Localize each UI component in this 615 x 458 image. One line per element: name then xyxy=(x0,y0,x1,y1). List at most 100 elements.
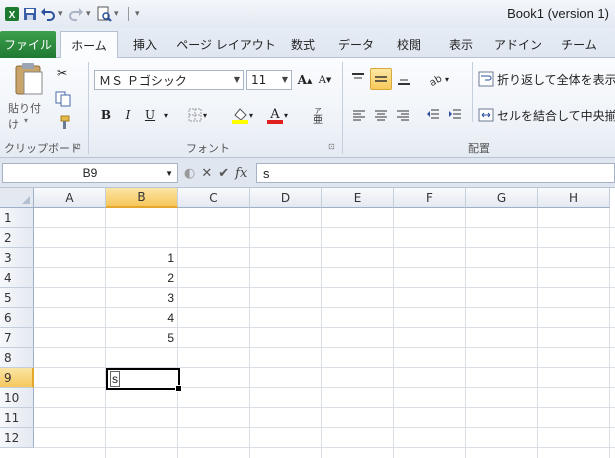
print-dropdown-icon[interactable]: ▾ xyxy=(114,9,122,19)
group-divider xyxy=(472,62,473,122)
formula-bar: B9 ▼ ◐ ✕ ✔ fx s xyxy=(0,158,615,188)
align-center-icon[interactable] xyxy=(372,104,390,126)
cell-b5[interactable]: 3 xyxy=(106,288,178,308)
row-header-12[interactable]: 12 xyxy=(0,428,34,448)
row-header-9[interactable]: 9 xyxy=(0,368,34,388)
shrink-font-icon[interactable]: A ▼ xyxy=(316,69,334,91)
formula-input[interactable]: s xyxy=(256,163,615,183)
font-launcher-icon[interactable]: ⊡ xyxy=(328,142,335,151)
font-group-label: フォント xyxy=(186,142,230,155)
enter-icon[interactable]: ✔ xyxy=(218,166,229,181)
font-name-select[interactable]: ＭＳ Ｐゴシック ▼ xyxy=(94,70,244,90)
formula-grip-icon: ◐ xyxy=(184,165,196,181)
row-header-7[interactable]: 7 xyxy=(0,328,34,348)
row-header-10[interactable]: 10 xyxy=(0,388,34,408)
title-bar: X ▾ ▾ ▾ ▾ Book1 (version 1) xyxy=(0,0,615,28)
column-header-h[interactable]: H xyxy=(538,188,610,208)
clipboard-launcher-icon[interactable]: ⊡ xyxy=(74,142,81,151)
insert-function-icon[interactable]: fx xyxy=(235,166,247,181)
grow-font-icon[interactable]: A ▲ xyxy=(296,69,314,91)
row-header-8[interactable]: 8 xyxy=(0,348,34,368)
tab-formulas[interactable]: 数式 xyxy=(282,31,324,58)
merge-cells-icon xyxy=(478,108,494,122)
align-left-icon[interactable] xyxy=(350,104,368,126)
tab-insert[interactable]: 挿入 xyxy=(124,31,166,58)
format-painter-icon[interactable] xyxy=(52,112,74,134)
fill-color-icon[interactable]: ▾ xyxy=(226,104,258,126)
tab-view[interactable]: 表示 xyxy=(440,31,482,58)
group-divider xyxy=(88,62,89,154)
font-name-value: ＭＳ Ｐゴシック xyxy=(99,73,187,88)
column-header-a[interactable]: A xyxy=(34,188,106,208)
undo-dropdown-icon[interactable]: ▾ xyxy=(58,9,66,19)
cell-b3[interactable]: 1 xyxy=(106,248,178,268)
active-cell-text: s xyxy=(110,371,120,387)
column-header-e[interactable]: E xyxy=(322,188,394,208)
align-right-icon[interactable] xyxy=(394,104,412,126)
underline-dropdown-icon[interactable]: ▾ xyxy=(160,104,172,126)
column-header-c[interactable]: C xyxy=(178,188,250,208)
tab-file[interactable]: ファイル xyxy=(0,31,56,58)
excel-logo-icon[interactable]: X xyxy=(4,6,20,22)
redo-dropdown-icon[interactable]: ▾ xyxy=(86,9,94,19)
tab-home[interactable]: ホーム xyxy=(60,31,118,59)
phonetic-guide-icon[interactable]: ア亜 xyxy=(306,104,332,126)
wrap-text-button[interactable]: 折り返して全体を表示す xyxy=(478,68,615,90)
name-box[interactable]: B9 ▼ xyxy=(2,163,178,183)
row-header-4[interactable]: 4 xyxy=(0,268,34,288)
increase-indent-icon[interactable] xyxy=(446,104,464,126)
svg-text:A: A xyxy=(269,107,280,122)
orientation-icon[interactable]: ab ▾ xyxy=(424,68,452,90)
column-header-g[interactable]: G xyxy=(466,188,538,208)
paste-dropdown-icon: ▾ xyxy=(24,116,29,125)
row-header-6[interactable]: 6 xyxy=(0,308,34,328)
row-header-11[interactable]: 11 xyxy=(0,408,34,428)
copy-icon[interactable] xyxy=(52,88,76,110)
row-header-2[interactable]: 2 xyxy=(0,228,34,248)
save-icon[interactable] xyxy=(22,6,38,22)
name-box-value: B9 xyxy=(82,166,98,180)
ribbon-home: 貼り付け ▾ ✂ クリップボード ⊡ ＭＳ Ｐゴシック ▼ 11 ▼ A ▲ A ▼… xyxy=(0,58,615,158)
font-color-icon[interactable]: A ▾ xyxy=(262,104,292,126)
window-title: Book1 (version 1) xyxy=(507,6,609,21)
align-top-icon[interactable] xyxy=(348,68,368,90)
borders-icon[interactable]: ▾ xyxy=(184,104,210,126)
tab-data[interactable]: データ xyxy=(334,31,378,58)
select-all-button[interactable] xyxy=(0,188,34,208)
redo-icon[interactable] xyxy=(68,6,84,22)
wrap-text-icon xyxy=(478,71,494,87)
decrease-indent-icon[interactable] xyxy=(424,104,442,126)
font-size-select[interactable]: 11 ▼ xyxy=(246,70,292,90)
qat-separator xyxy=(128,7,129,21)
row-header-3[interactable]: 3 xyxy=(0,248,34,268)
cancel-icon[interactable]: ✕ xyxy=(201,166,212,181)
tab-team[interactable]: チーム xyxy=(554,31,604,58)
cell-b7[interactable]: 5 xyxy=(106,328,178,348)
tab-page-layout[interactable]: ページ レイアウト xyxy=(176,31,276,58)
active-cell[interactable]: s xyxy=(106,368,182,392)
print-preview-icon[interactable] xyxy=(96,6,112,22)
chevron-down-icon: ▼ xyxy=(233,75,240,84)
cell-b6[interactable]: 4 xyxy=(106,308,178,328)
ribbon-tabs: ファイル ホーム 挿入 ページ レイアウト 数式 データ 校閲 表示 アドイン … xyxy=(0,28,615,59)
italic-button[interactable]: I xyxy=(118,104,138,126)
svg-text:ア: ア xyxy=(315,107,322,115)
cut-icon[interactable]: ✂ xyxy=(52,62,72,84)
merge-center-button[interactable]: セルを結合して中央揃え xyxy=(478,104,615,126)
column-header-d[interactable]: D xyxy=(250,188,322,208)
tab-review[interactable]: 校閲 xyxy=(388,31,430,58)
align-bottom-icon[interactable] xyxy=(394,68,414,90)
bold-button[interactable]: B xyxy=(96,104,116,126)
align-middle-icon[interactable] xyxy=(370,68,392,90)
column-header-f[interactable]: F xyxy=(394,188,466,208)
paste-button[interactable]: 貼り付け ▾ xyxy=(8,62,48,131)
row-header-1[interactable]: 1 xyxy=(0,208,34,228)
column-header-b[interactable]: B xyxy=(106,188,178,208)
paste-icon xyxy=(15,63,43,95)
cell-b4[interactable]: 2 xyxy=(106,268,178,288)
row-header-5[interactable]: 5 xyxy=(0,288,34,308)
tab-addins[interactable]: アドイン xyxy=(492,31,544,58)
undo-icon[interactable] xyxy=(40,6,56,22)
underline-button[interactable]: U xyxy=(140,104,160,126)
customize-qat-icon[interactable]: ▾ xyxy=(135,9,143,19)
